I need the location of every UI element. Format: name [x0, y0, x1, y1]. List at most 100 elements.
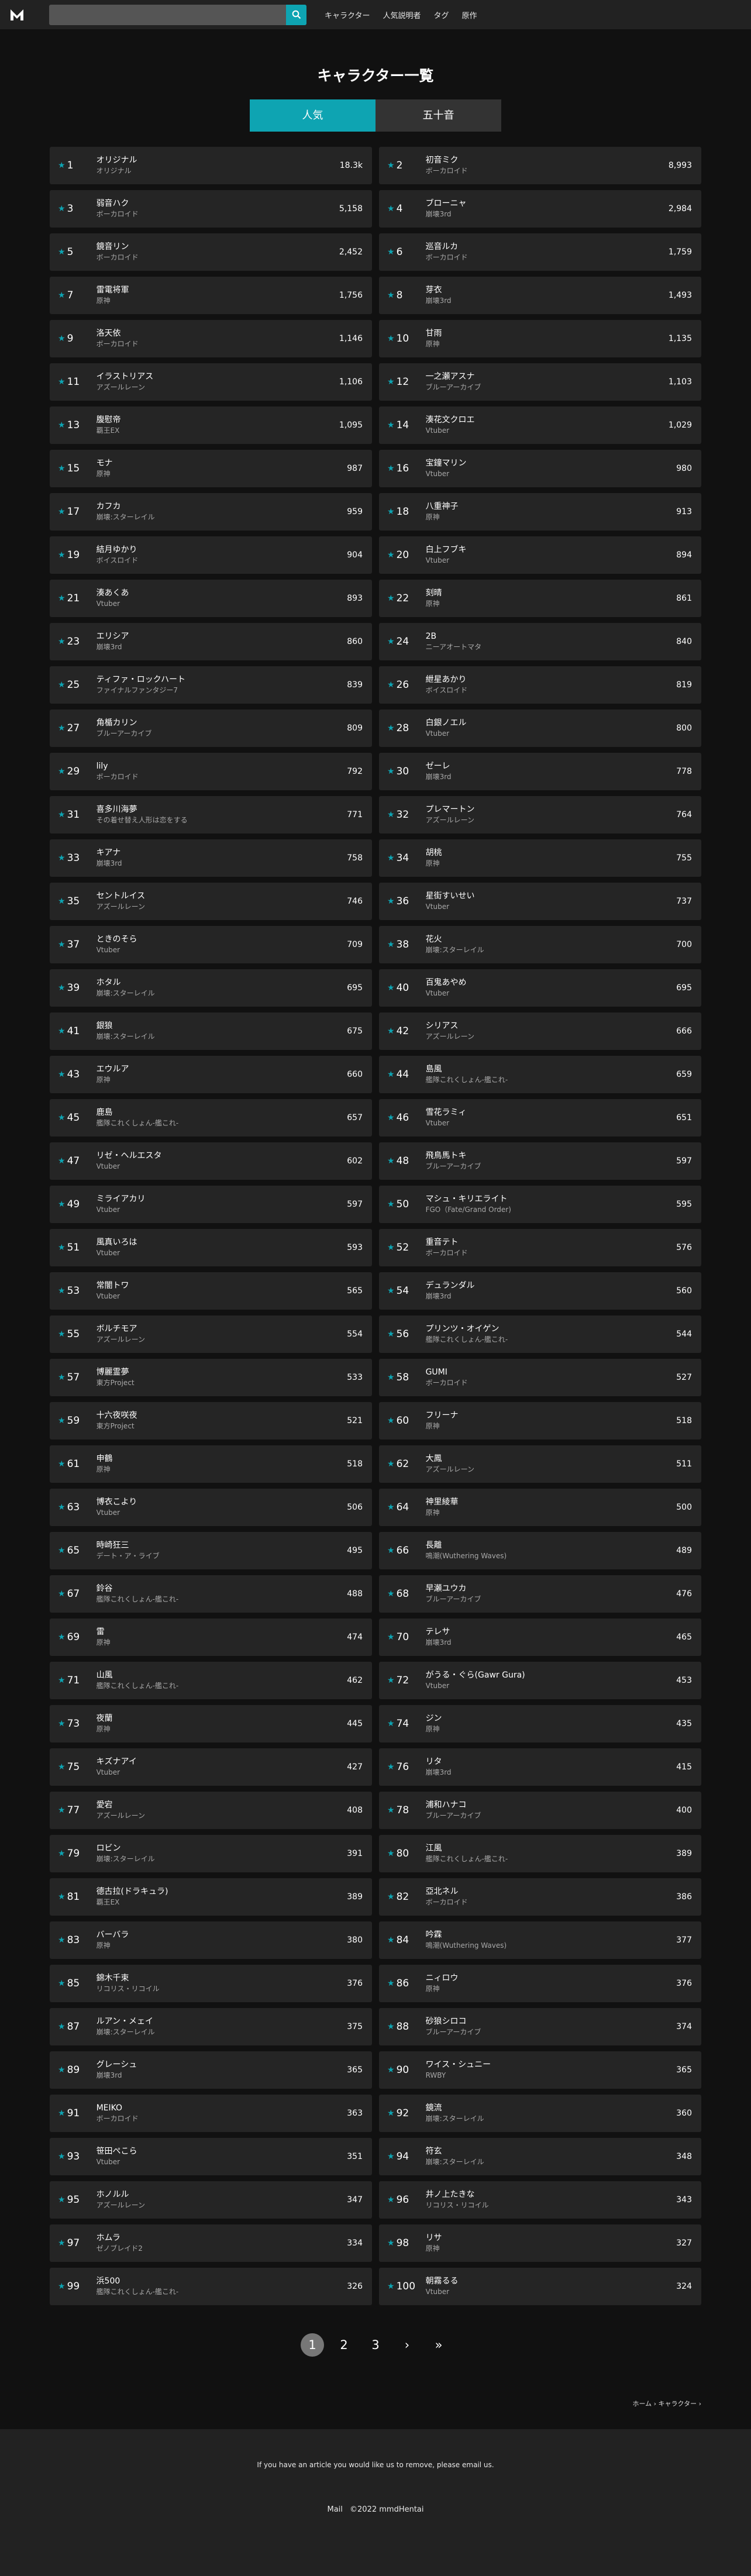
- character-card[interactable]: ★ 60 フリーナ 原神 518: [379, 1402, 701, 1439]
- character-card[interactable]: ★ 22 刻晴 原神 861: [379, 580, 701, 617]
- character-card[interactable]: ★ 13 腹慰帝 覇王EX 1,095: [50, 407, 372, 444]
- character-card[interactable]: ★ 54 デュランダル 崩壊3rd 560: [379, 1272, 701, 1310]
- character-card[interactable]: ★ 35 セントルイス アズールレーン 746: [50, 883, 372, 920]
- character-name[interactable]: ブローニャ: [426, 198, 663, 209]
- character-name[interactable]: 砂狼シロコ: [426, 2016, 671, 2027]
- character-name[interactable]: イラストリアス: [97, 371, 333, 383]
- character-name[interactable]: ワイス・シュニー: [426, 2060, 671, 2071]
- character-card[interactable]: ★ 65 時崎狂三 デート・ア・ライブ 495: [50, 1532, 372, 1569]
- character-card[interactable]: ★ 55 ボルチモア アズールレーン 554: [50, 1315, 372, 1353]
- nav-link-popular[interactable]: 人気説明者: [383, 9, 421, 20]
- character-name[interactable]: 白上フブキ: [426, 545, 671, 556]
- character-name[interactable]: ニィロウ: [426, 1973, 671, 1984]
- character-name[interactable]: ロビン: [97, 1843, 342, 1854]
- character-card[interactable]: ★ 50 マシュ・キリエライト FGO（Fate/Grand Order) 595: [379, 1186, 701, 1223]
- character-name[interactable]: 早瀬ユウカ: [426, 1583, 671, 1594]
- character-card[interactable]: ★ 19 結月ゆかり ボイスロイド 904: [50, 536, 372, 574]
- character-name[interactable]: ティファ・ロックハート: [97, 674, 342, 686]
- character-card[interactable]: ★ 12 一之瀬アスナ ブルーアーカイブ 1,103: [379, 363, 701, 401]
- character-card[interactable]: ★ 27 角楯カリン ブルーアーカイブ 809: [50, 710, 372, 747]
- character-name[interactable]: 錦木千束: [97, 1973, 342, 1984]
- character-name[interactable]: キアナ: [97, 848, 342, 859]
- character-name[interactable]: 紲星あかり: [426, 674, 671, 686]
- character-name[interactable]: 鏡流: [426, 2103, 671, 2114]
- character-card[interactable]: ★ 61 申鶴 原神 518: [50, 1445, 372, 1483]
- character-name[interactable]: 刻晴: [426, 588, 671, 599]
- character-name[interactable]: 德古拉(ドラキュラ): [97, 1886, 342, 1897]
- character-card[interactable]: ★ 11 イラストリアス アズールレーン 1,106: [50, 363, 372, 401]
- character-name[interactable]: MEIKO: [97, 2103, 342, 2114]
- character-card[interactable]: ★ 78 浦和ハナコ ブルーアーカイブ 400: [379, 1792, 701, 1829]
- character-name[interactable]: 浦和ハナコ: [426, 1800, 671, 1811]
- character-name[interactable]: 申鶴: [97, 1454, 342, 1465]
- character-card[interactable]: ★ 64 神里綾華 原神 500: [379, 1489, 701, 1526]
- character-card[interactable]: ★ 86 ニィロウ 原神 376: [379, 1965, 701, 2002]
- nav-link-original[interactable]: 原作: [462, 9, 477, 20]
- character-name[interactable]: ジン: [426, 1713, 671, 1724]
- character-card[interactable]: ★ 51 風真いろは Vtuber 593: [50, 1229, 372, 1266]
- character-name[interactable]: 雷: [97, 1627, 342, 1638]
- character-name[interactable]: シリアス: [426, 1021, 671, 1032]
- character-name[interactable]: 風真いろは: [97, 1237, 342, 1248]
- character-name[interactable]: 符玄: [426, 2146, 671, 2157]
- character-card[interactable]: ★ 39 ホタル 崩壊:スターレイル 695: [50, 969, 372, 1007]
- character-name[interactable]: バーバラ: [97, 1930, 342, 1941]
- character-name[interactable]: 博衣こより: [97, 1497, 342, 1508]
- character-name[interactable]: 博麗霊夢: [97, 1367, 342, 1378]
- character-name[interactable]: プリンツ・オイゲン: [426, 1324, 671, 1335]
- character-card[interactable]: ★ 16 宝鐘マリン Vtuber 980: [379, 450, 701, 487]
- character-name[interactable]: 結月ゆかり: [97, 545, 342, 556]
- character-card[interactable]: ★ 76 リタ 崩壊3rd 415: [379, 1748, 701, 1786]
- character-name[interactable]: 雷電将軍: [97, 285, 333, 296]
- character-card[interactable]: ★ 95 ホノルル アズールレーン 347: [50, 2181, 372, 2219]
- character-name[interactable]: 朝霧るる: [426, 2276, 671, 2287]
- tab-alphabetical[interactable]: 五十音: [376, 99, 501, 132]
- character-card[interactable]: ★ 56 プリンツ・オイゲン 艦隊これくしょん-艦これ- 544: [379, 1315, 701, 1353]
- character-name[interactable]: 亞北ネル: [426, 1886, 671, 1897]
- character-name[interactable]: 花火: [426, 934, 671, 945]
- character-card[interactable]: ★ 82 亞北ネル ボーカロイド 386: [379, 1878, 701, 1916]
- character-name[interactable]: 吟霖: [426, 1930, 671, 1941]
- character-name[interactable]: 芽衣: [426, 285, 663, 296]
- character-name[interactable]: 浜500: [97, 2276, 342, 2287]
- character-name[interactable]: lily: [97, 761, 342, 772]
- character-name[interactable]: 宝鐘マリン: [426, 458, 671, 469]
- footer-mail-link[interactable]: Mail: [327, 2505, 342, 2514]
- page-3-button[interactable]: 3: [364, 2333, 387, 2357]
- character-card[interactable]: ★ 80 江風 艦隊これくしょん-艦これ- 389: [379, 1835, 701, 1872]
- character-card[interactable]: ★ 79 ロビン 崩壊:スターレイル 391: [50, 1835, 372, 1872]
- character-name[interactable]: ゼーレ: [426, 761, 671, 772]
- character-name[interactable]: テレサ: [426, 1627, 671, 1638]
- character-name[interactable]: 弱音ハク: [97, 198, 333, 209]
- character-name[interactable]: デュランダル: [426, 1280, 671, 1292]
- character-name[interactable]: モナ: [97, 458, 342, 469]
- character-card[interactable]: ★ 85 錦木千束 リコリス・リコイル 376: [50, 1965, 372, 2002]
- character-card[interactable]: ★ 87 ルアン・メェイ 崩壊:スターレイル 375: [50, 2008, 372, 2045]
- character-name[interactable]: 鹿島: [97, 1107, 342, 1118]
- character-card[interactable]: ★ 71 山風 艦隊これくしょん-艦これ- 462: [50, 1662, 372, 1699]
- character-name[interactable]: キズナアイ: [97, 1757, 342, 1768]
- character-name[interactable]: 鈴谷: [97, 1583, 342, 1594]
- character-card[interactable]: ★ 5 鏡音リン ボーカロイド 2,452: [50, 233, 372, 271]
- character-name[interactable]: 湊花文クロエ: [426, 415, 663, 426]
- page-1-button[interactable]: 1: [301, 2333, 324, 2357]
- character-name[interactable]: 2B: [426, 631, 671, 642]
- character-card[interactable]: ★ 8 芽衣 崩壊3rd 1,493: [379, 277, 701, 314]
- character-card[interactable]: ★ 53 常闇トワ Vtuber 565: [50, 1272, 372, 1310]
- character-name[interactable]: 角楯カリン: [97, 718, 342, 729]
- character-card[interactable]: ★ 84 吟霖 鳴潮(Wuthering Waves) 377: [379, 1921, 701, 1959]
- page-2-button[interactable]: 2: [332, 2333, 356, 2357]
- character-name[interactable]: グレーシュ: [97, 2060, 342, 2071]
- character-name[interactable]: リサ: [426, 2233, 671, 2244]
- character-card[interactable]: ★ 91 MEIKO ボーカロイド 363: [50, 2095, 372, 2132]
- character-name[interactable]: 山風: [97, 1670, 342, 1681]
- character-card[interactable]: ★ 17 カフカ 崩壊:スターレイル 959: [50, 493, 372, 531]
- character-name[interactable]: 雪花ラミィ: [426, 1107, 671, 1118]
- character-card[interactable]: ★ 68 早瀬ユウカ ブルーアーカイブ 476: [379, 1575, 701, 1613]
- character-name[interactable]: 愛宕: [97, 1800, 342, 1811]
- character-name[interactable]: GUMI: [426, 1367, 671, 1378]
- character-name[interactable]: 常闇トワ: [97, 1280, 342, 1292]
- character-card[interactable]: ★ 75 キズナアイ Vtuber 427: [50, 1748, 372, 1786]
- character-name[interactable]: ボルチモア: [97, 1324, 342, 1335]
- character-card[interactable]: ★ 99 浜500 艦隊これくしょん-艦これ- 326: [50, 2268, 372, 2305]
